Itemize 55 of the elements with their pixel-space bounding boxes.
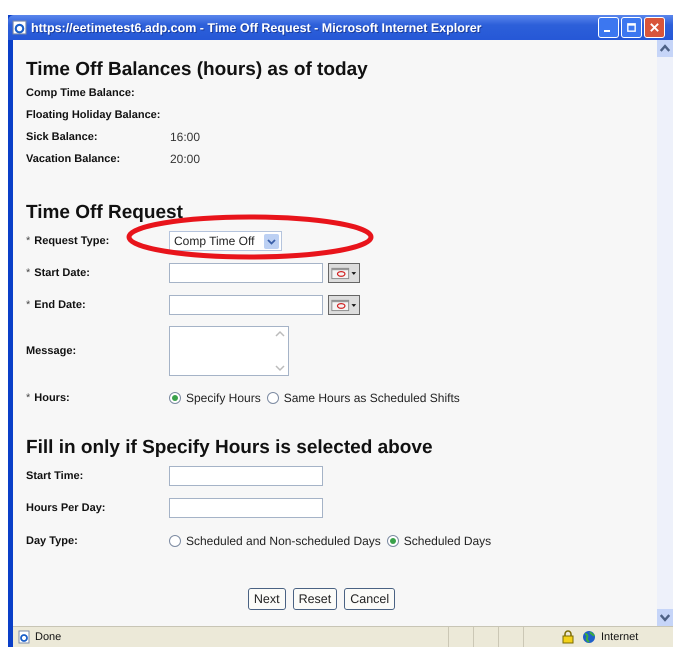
- radio-button[interactable]: [169, 535, 181, 547]
- close-button[interactable]: [644, 17, 665, 38]
- window-title: https://eetimetest6.adp.com - Time Off Request - Microsoft Internet Explorer: [31, 20, 482, 34]
- form-button[interactable]: Cancel: [344, 588, 396, 610]
- scroll-up-button[interactable]: [657, 40, 673, 57]
- field-label: Request Type:: [34, 235, 110, 247]
- date-field[interactable]: [169, 263, 323, 283]
- browser-icon: [12, 20, 27, 35]
- message-field[interactable]: [169, 326, 289, 376]
- zone-text: Internet: [601, 631, 640, 643]
- balance-value: 16:00: [170, 130, 200, 144]
- field-label: Hours:: [34, 392, 70, 404]
- field-label: Hours Per Day:: [26, 502, 106, 514]
- minimize-button[interactable]: [598, 17, 619, 38]
- calendar-button[interactable]: [328, 263, 360, 283]
- form-button[interactable]: Next: [248, 588, 286, 610]
- option-label[interactable]: Specify Hours: [186, 391, 261, 405]
- field-label: End Date:: [34, 299, 86, 311]
- page-icon: [17, 630, 31, 644]
- scrollbar[interactable]: [657, 40, 673, 626]
- required-mark: *: [26, 235, 30, 247]
- scroll-down-button[interactable]: [657, 609, 673, 626]
- radio-button[interactable]: [386, 535, 399, 547]
- field-label: Day Type:: [26, 535, 78, 547]
- globe-icon: [582, 630, 596, 644]
- close-icon: [649, 22, 660, 33]
- required-mark: *: [26, 299, 30, 311]
- form-button[interactable]: Reset: [292, 588, 338, 610]
- section-heading: Time Off Balances (hours) as of today: [26, 58, 369, 82]
- balance-label: Sick Balance:: [26, 131, 99, 143]
- balance-label: Vacation Balance:: [26, 153, 122, 165]
- radio-button[interactable]: [266, 392, 279, 404]
- input-field[interactable]: [169, 466, 323, 486]
- required-mark: *: [26, 267, 30, 279]
- maximize-button[interactable]: [621, 17, 642, 38]
- calendar-button[interactable]: [328, 295, 360, 315]
- request-type-dropdown[interactable]: Comp Time Off: [169, 231, 282, 251]
- input-field[interactable]: [169, 498, 323, 518]
- balance-label: Floating Holiday Balance:: [26, 109, 162, 121]
- option-label[interactable]: Scheduled Days: [404, 534, 492, 548]
- field-label: Start Time:: [26, 470, 84, 482]
- radio-button[interactable]: [169, 392, 181, 404]
- field-label: Message:: [26, 345, 76, 357]
- date-field[interactable]: [169, 295, 323, 315]
- section-heading: Time Off Request: [26, 201, 184, 225]
- required-mark: *: [26, 392, 30, 404]
- field-label: Start Date:: [34, 267, 90, 279]
- balance-value: 20:00: [170, 152, 200, 166]
- option-label[interactable]: Same Hours as Scheduled Shifts: [284, 391, 460, 405]
- maximize-icon: [626, 22, 637, 33]
- balance-label: Comp Time Balance:: [26, 87, 136, 99]
- option-label[interactable]: Scheduled and Non-scheduled Days: [186, 534, 381, 548]
- status-text: Done: [35, 631, 62, 643]
- minimize-icon: [604, 30, 610, 32]
- section-heading: Fill in only if Specify Hours is selected above: [26, 436, 434, 460]
